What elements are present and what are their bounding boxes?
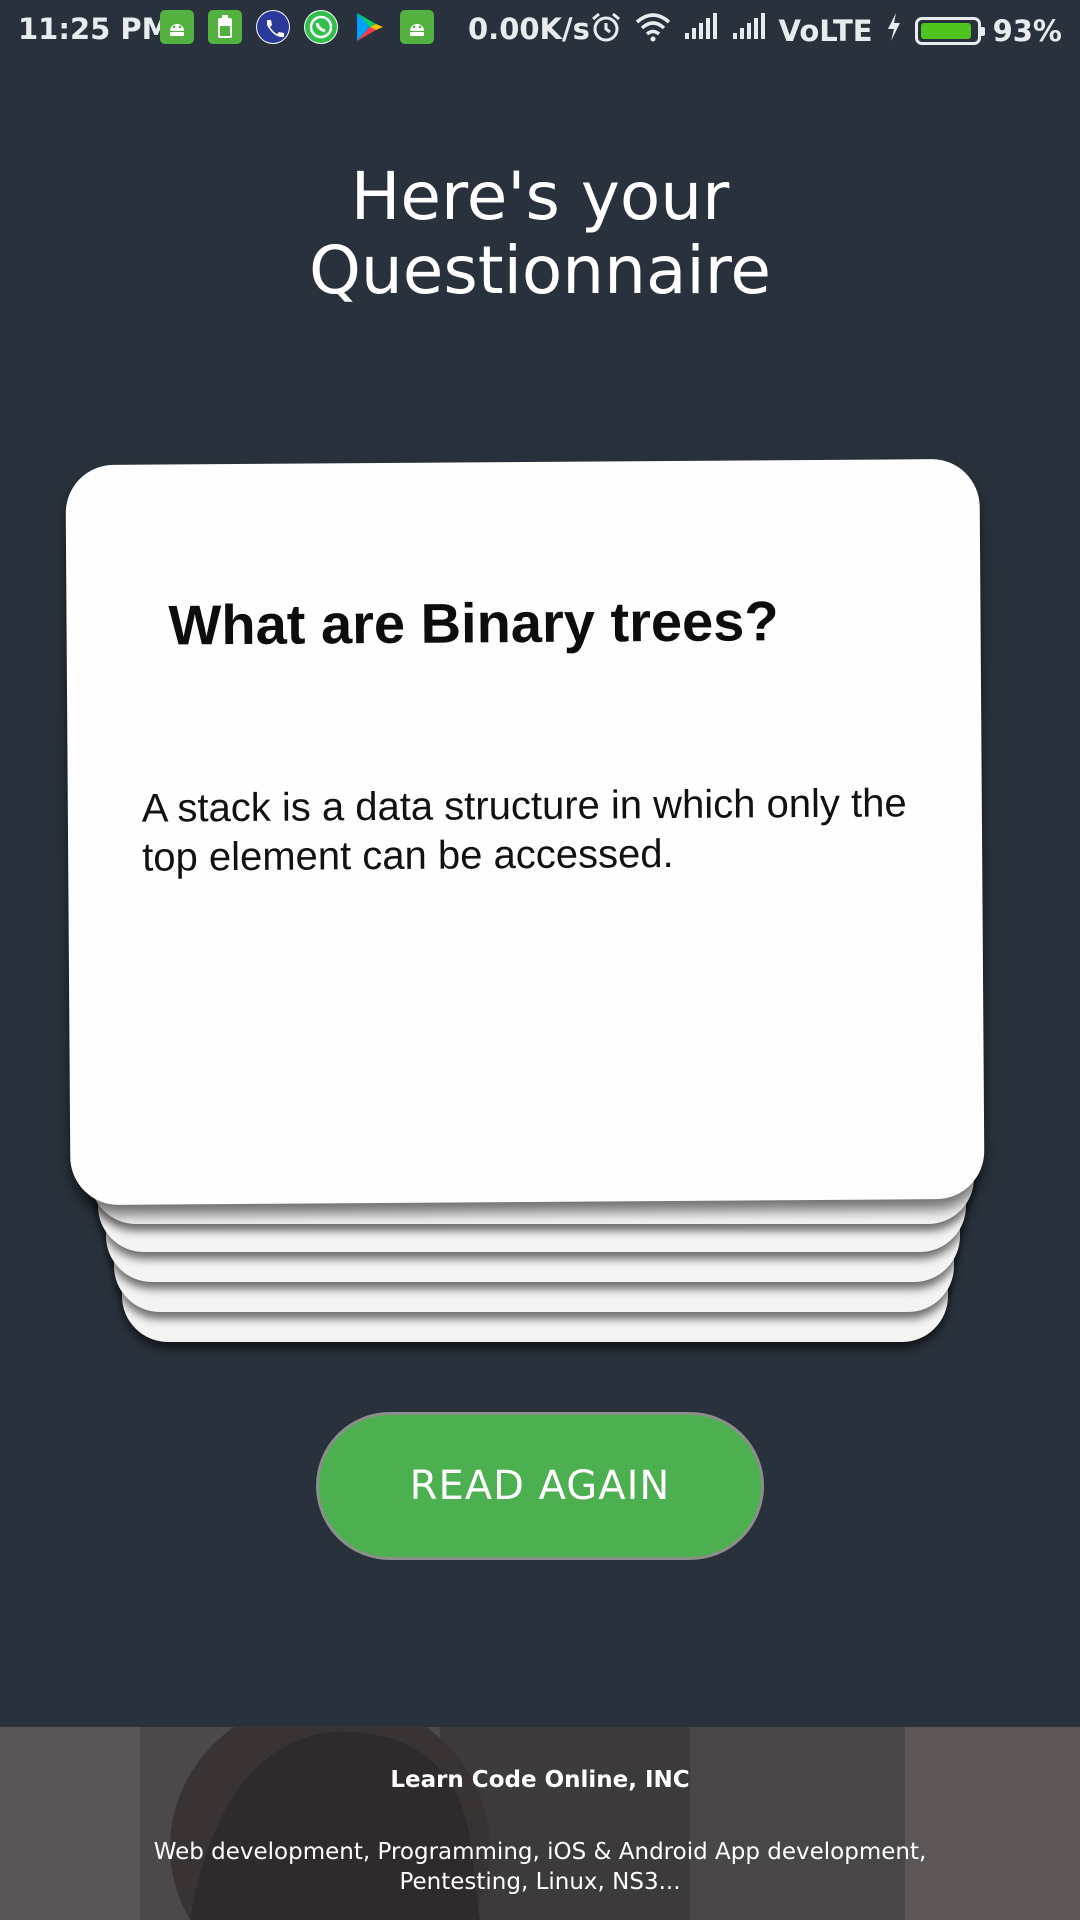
footer: Learn Code Online, INC Web development, … (0, 1727, 1080, 1920)
footer-company-name: Learn Code Online, INC (390, 1767, 690, 1793)
read-again-button[interactable]: READ AGAIN (316, 1412, 764, 1560)
answer-text: A stack is a data structure in which onl… (141, 781, 907, 880)
screen: 11:25 PM 0.00K/s VoLTE 93% Here's your Q… (0, 0, 1080, 1920)
card-stack: What are Binary trees? A stack is a data… (0, 0, 1080, 1400)
question-card[interactable]: What are Binary trees? A stack is a data… (65, 458, 985, 1206)
footer-description: Web development, Programming, iOS & Andr… (153, 1839, 927, 1895)
question-text: What are Binary trees? (168, 589, 779, 657)
